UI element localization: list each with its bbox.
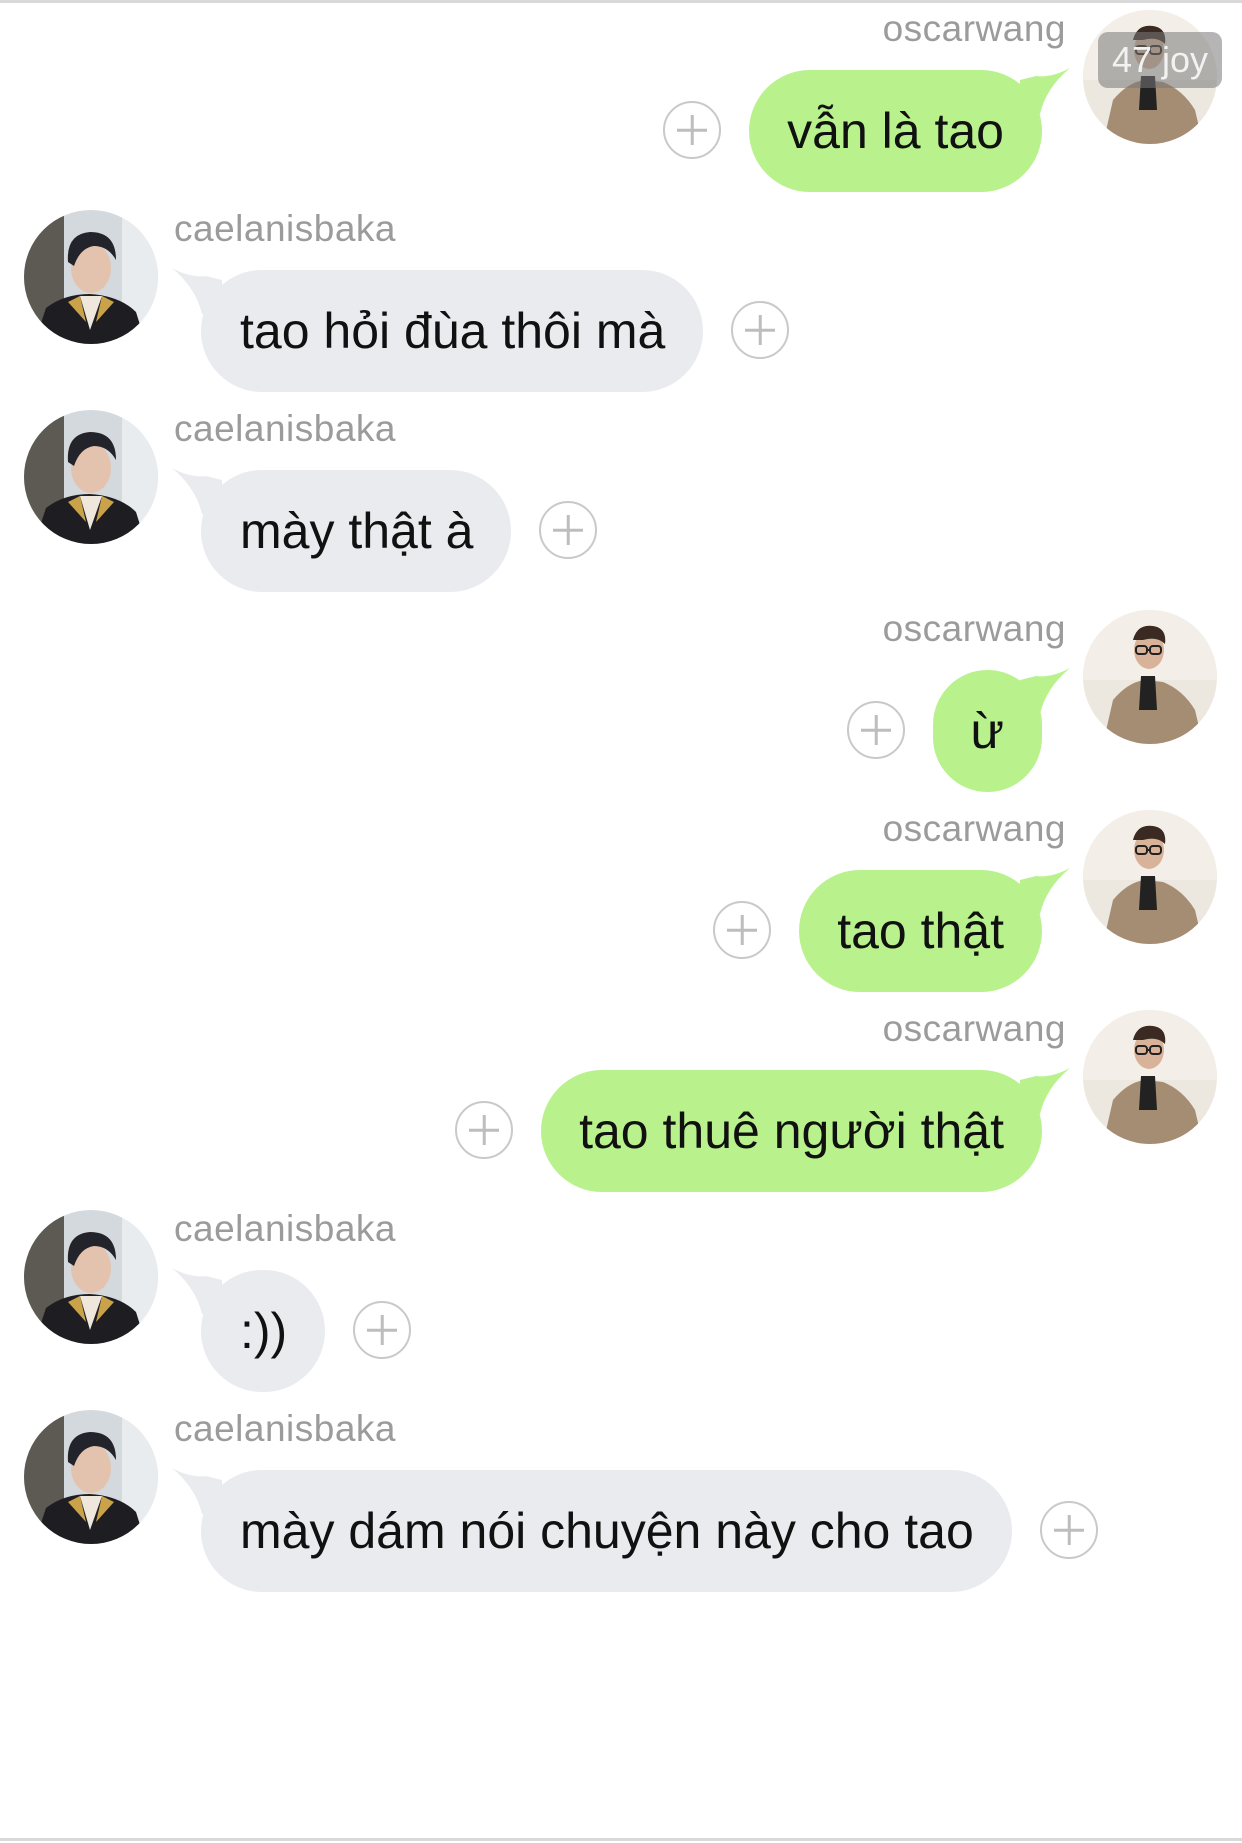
sender-name: caelanisbaka — [174, 1208, 396, 1249]
message-row: oscarwang tao thuê người thật — [0, 1000, 1242, 1200]
message-row: oscarwang tao thật — [0, 800, 1242, 1000]
message-bubble[interactable]: mày thật à — [201, 470, 512, 592]
avatar-oscarwang[interactable] — [1083, 610, 1217, 744]
message-row: caelanisbaka:)) — [0, 1200, 1242, 1400]
sender-name: oscarwang — [882, 8, 1066, 49]
add-reaction-icon[interactable] — [455, 1101, 513, 1159]
add-reaction-icon[interactable] — [847, 701, 905, 759]
add-reaction-icon[interactable] — [353, 1301, 411, 1359]
message-bubble[interactable]: ừ — [932, 670, 1042, 792]
message-bubble[interactable]: :)) — [201, 1270, 326, 1392]
add-reaction-icon[interactable] — [713, 901, 771, 959]
sender-name: oscarwang — [882, 608, 1066, 649]
add-reaction-icon[interactable] — [663, 101, 721, 159]
add-reaction-icon[interactable] — [539, 501, 597, 559]
message-row: caelanisbaka tao hỏi đùa thôi mà — [0, 200, 1242, 400]
avatar-oscarwang[interactable] — [1083, 1010, 1217, 1144]
sender-name: caelanisbaka — [174, 1408, 396, 1449]
sender-name: oscarwang — [882, 808, 1066, 849]
message-bubble[interactable]: tao thật — [799, 870, 1042, 992]
add-reaction-icon[interactable] — [1040, 1501, 1098, 1559]
avatar-oscarwang[interactable] — [1083, 810, 1217, 944]
message-bubble[interactable]: tao thuê người thật — [541, 1070, 1042, 1192]
add-reaction-icon[interactable] — [731, 301, 789, 359]
message-bubble[interactable]: mày dám nói chuyện này cho tao — [201, 1470, 1012, 1592]
avatar-caelanisbaka[interactable] — [24, 410, 158, 544]
message-row: caelanisbaka mày thật à — [0, 400, 1242, 600]
message-bubble[interactable]: vẫn là tao — [749, 70, 1042, 192]
sender-name: caelanisbaka — [174, 208, 396, 249]
watermark: 47 joy — [1098, 32, 1222, 88]
message-row: oscarwang vẫn là tao — [0, 0, 1242, 200]
avatar-caelanisbaka[interactable] — [24, 1210, 158, 1344]
avatar-caelanisbaka[interactable] — [24, 1410, 158, 1544]
message-row: caelanisbaka mày dám nói chuyện này cho t… — [0, 1400, 1242, 1600]
bottom-divider — [0, 1838, 1242, 1841]
sender-name: caelanisbaka — [174, 408, 396, 449]
sender-name: oscarwang — [882, 1008, 1066, 1049]
message-bubble[interactable]: tao hỏi đùa thôi mà — [201, 270, 704, 392]
avatar-caelanisbaka[interactable] — [24, 210, 158, 344]
message-row: oscarwang ừ — [0, 600, 1242, 800]
